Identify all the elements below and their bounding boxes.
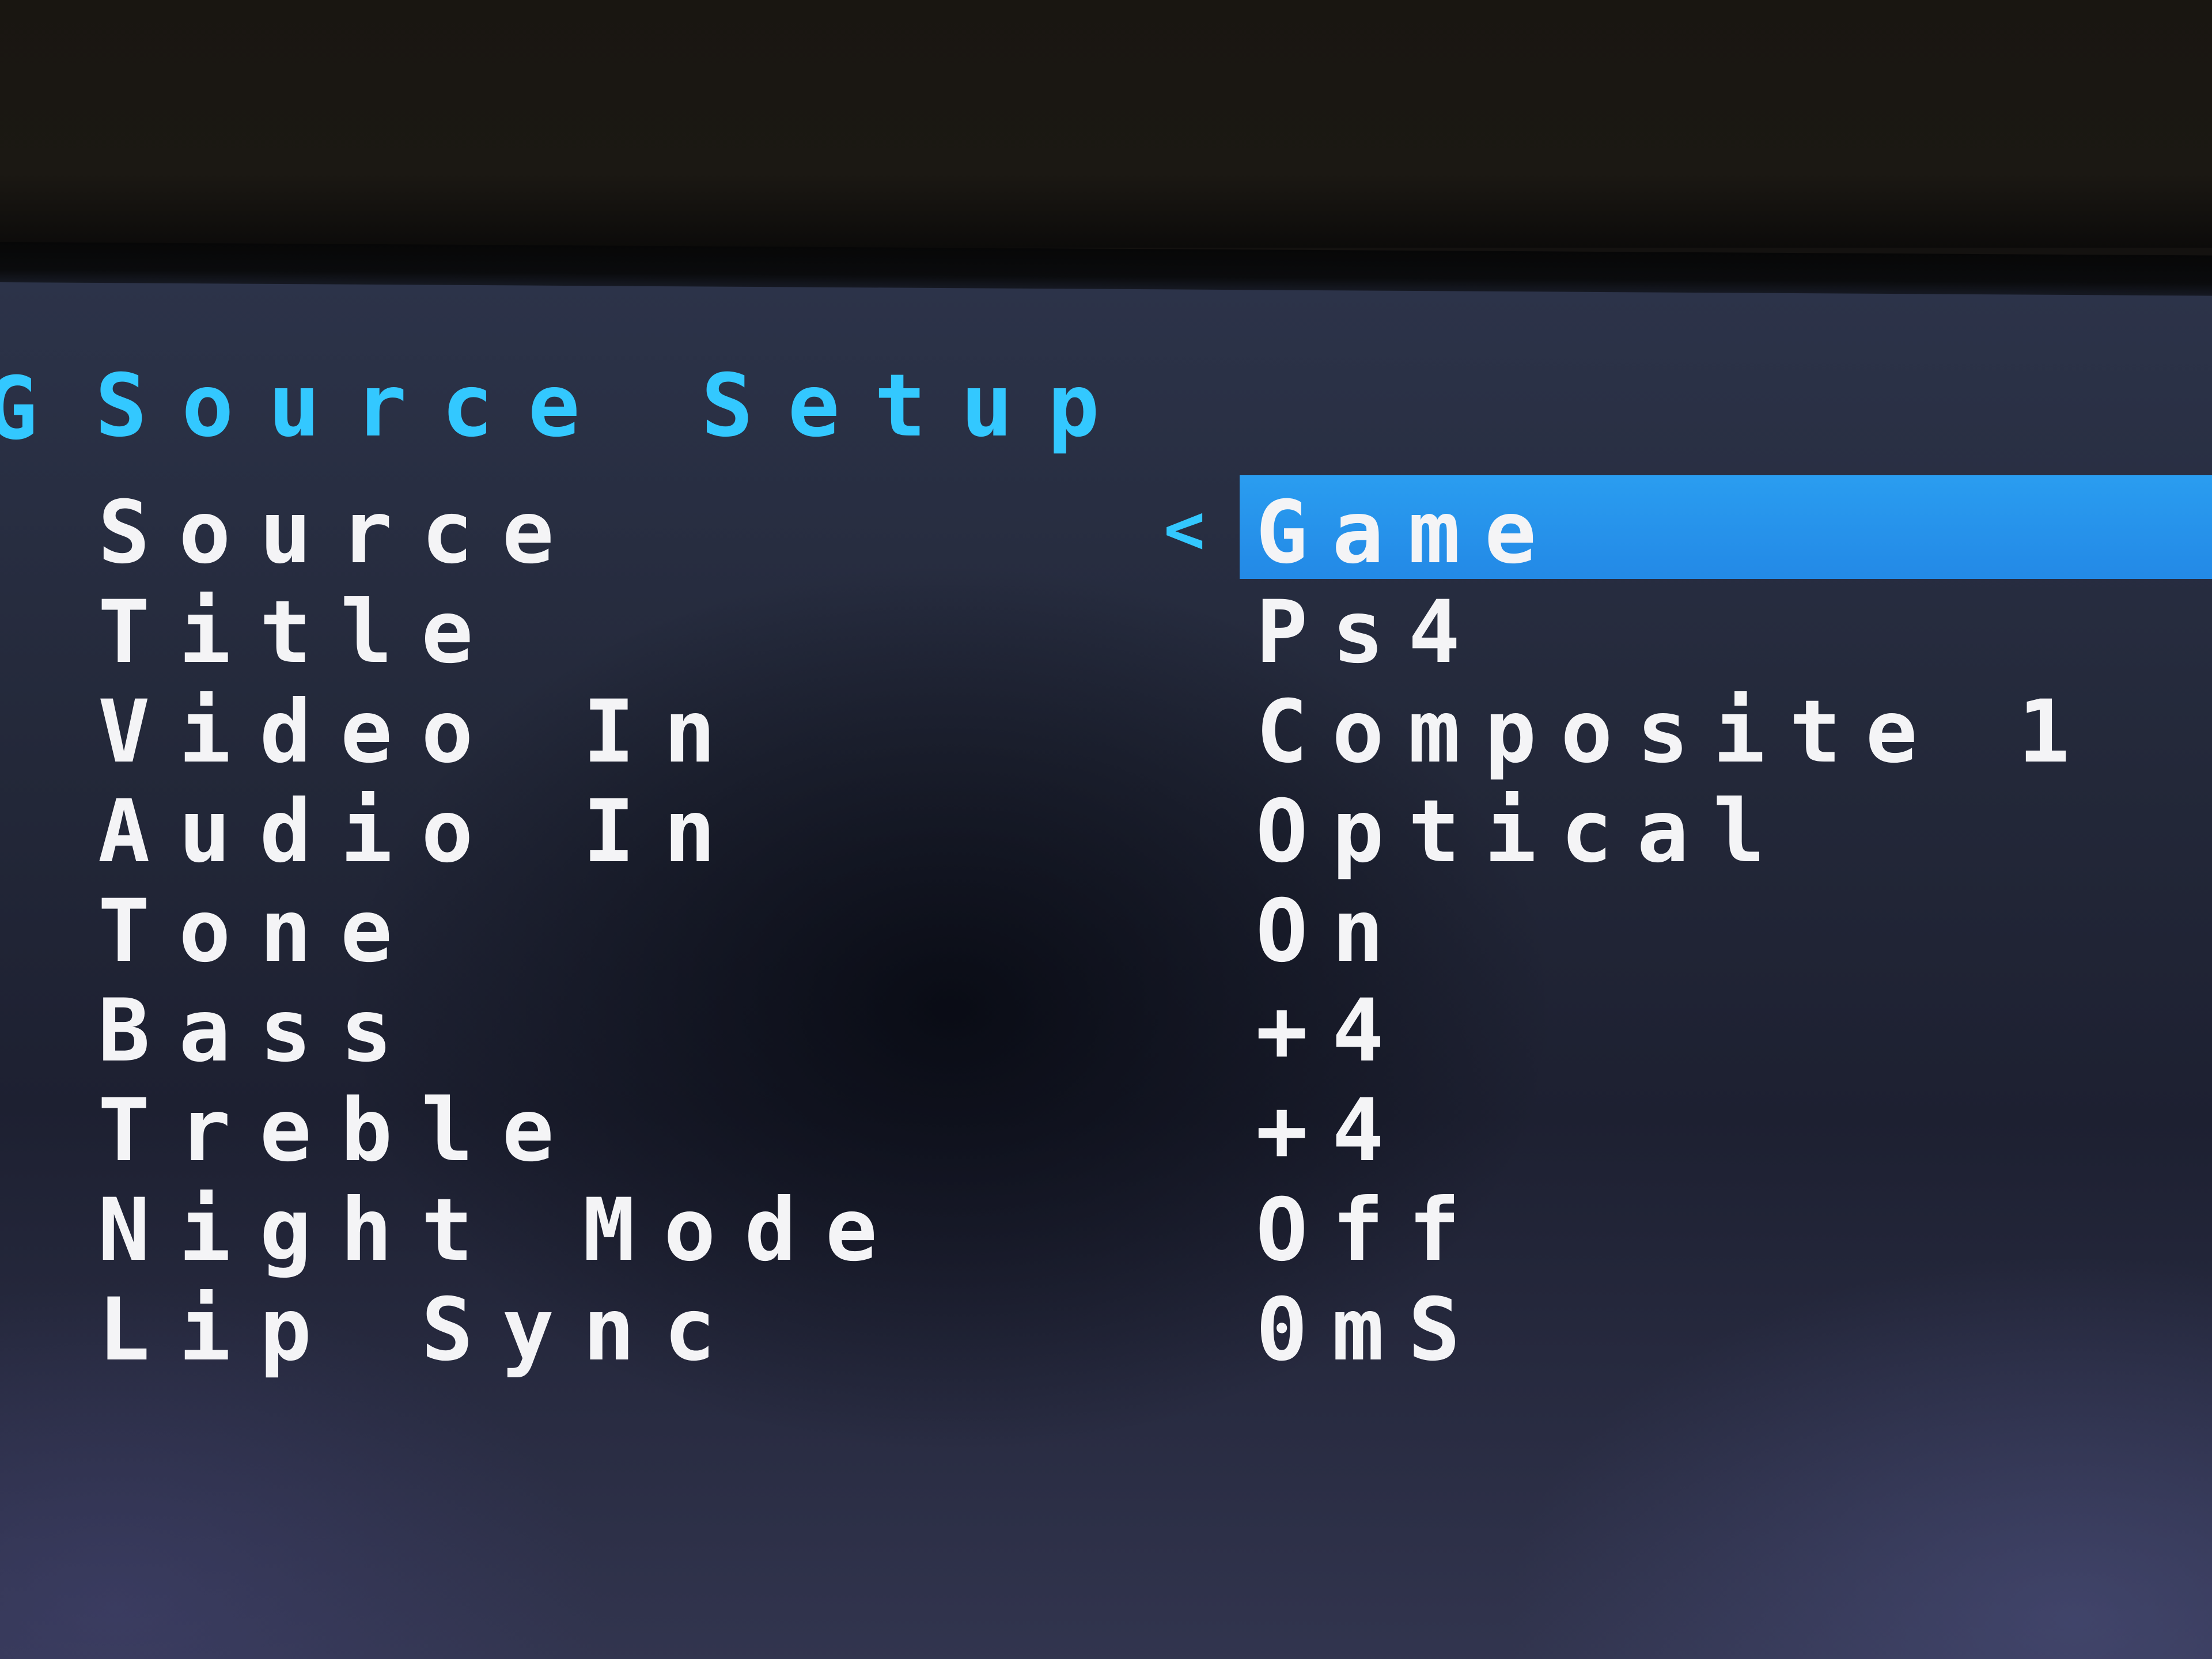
setting-value-title[interactable]: Ps4 bbox=[1256, 589, 2094, 689]
setting-value-source[interactable]: Game bbox=[1256, 490, 2094, 589]
setting-label-treble[interactable]: Treble bbox=[98, 1088, 906, 1187]
setting-label-tone[interactable]: Tone bbox=[98, 888, 906, 988]
chevron-left-icon[interactable]: < bbox=[1164, 495, 1205, 565]
setting-value-tone[interactable]: On bbox=[1256, 888, 2094, 988]
setting-label-source[interactable]: Source bbox=[98, 490, 906, 589]
tv-bezel-top bbox=[0, 0, 2212, 248]
setting-label-audio-in[interactable]: Audio In bbox=[98, 789, 906, 888]
setting-value-video-in[interactable]: Composite 1 bbox=[1256, 689, 2094, 789]
menu-icon: G bbox=[0, 359, 38, 459]
menu-title: Source Setup bbox=[95, 356, 1134, 456]
setting-label-title[interactable]: Title bbox=[98, 589, 906, 689]
setting-value-treble[interactable]: +4 bbox=[1256, 1088, 2094, 1187]
setting-label-bass[interactable]: Bass bbox=[98, 988, 906, 1088]
setting-value-night-mode[interactable]: Off bbox=[1256, 1187, 2094, 1287]
setting-label-night-mode[interactable]: Night Mode bbox=[98, 1187, 906, 1287]
setting-value-bass[interactable]: +4 bbox=[1256, 988, 2094, 1088]
setting-value-lip-sync[interactable]: 0mS bbox=[1256, 1287, 2094, 1387]
setting-value-audio-in[interactable]: Optical bbox=[1256, 789, 2094, 888]
setting-values: Game Ps4 Composite 1 Optical On +4 +4 Of… bbox=[1256, 490, 2094, 1387]
tv-photo: G Source Setup < Source Title Video In A… bbox=[0, 0, 2212, 1659]
setting-label-lip-sync[interactable]: Lip Sync bbox=[98, 1287, 906, 1387]
setting-labels: Source Title Video In Audio In Tone Bass… bbox=[98, 490, 906, 1387]
setting-label-video-in[interactable]: Video In bbox=[98, 689, 906, 789]
